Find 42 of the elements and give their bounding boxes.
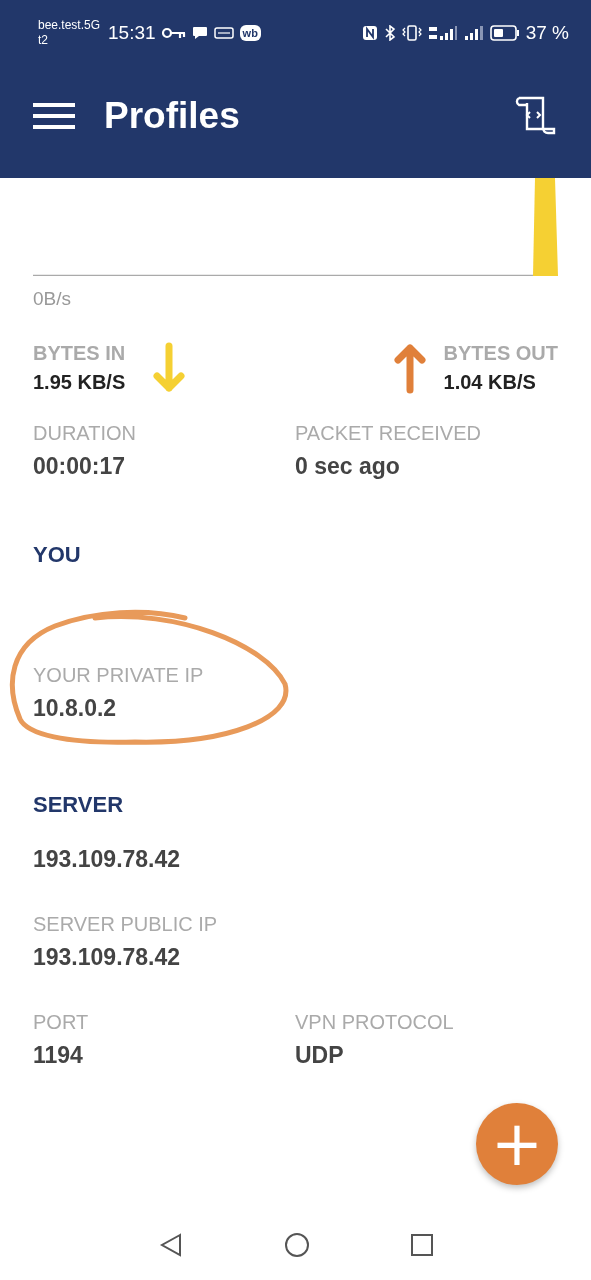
battery-icon: [489, 25, 520, 41]
stat-label: BYTES IN: [33, 342, 126, 365]
key-icon: [161, 26, 186, 40]
down-arrow-icon: [153, 342, 186, 394]
stat-value: 1.04 KB/S: [443, 371, 537, 394]
field-label: VPN PROTOCOL: [295, 1011, 454, 1034]
scroll-code-icon[interactable]: [515, 96, 557, 136]
home-icon[interactable]: [283, 1232, 310, 1258]
add-button[interactable]: +: [476, 1103, 558, 1185]
field-label: YOUR PRIVATE IP: [33, 664, 204, 687]
signal-icon: [463, 25, 484, 41]
field-value: UDP: [295, 1042, 344, 1069]
stat-value: 00:00:17: [33, 453, 126, 480]
stat-value: 1.95 KB/S: [33, 371, 126, 394]
carrier-name: bee.test.5G: [38, 18, 101, 33]
chat-icon: [191, 26, 208, 40]
carrier-name: t2: [38, 33, 49, 48]
signal-icon: [427, 25, 458, 41]
card-icon: [213, 27, 234, 39]
section-heading: SERVER: [33, 792, 124, 818]
field-value: 193.109.78.42: [33, 944, 181, 971]
vibrate-icon: [401, 25, 422, 41]
clock: 15:31: [108, 22, 156, 44]
battery-level: 37 %: [525, 22, 569, 44]
up-arrow-icon: [393, 342, 426, 394]
field-label: PORT: [33, 1011, 89, 1034]
stat-label: PACKET RECEIVED: [295, 422, 481, 445]
app-badge: wb: [239, 25, 261, 41]
field-value: 1194: [33, 1042, 83, 1069]
stat-label: BYTES OUT: [443, 342, 558, 365]
stat-value: 0 sec ago: [295, 453, 400, 480]
section-heading: YOU: [33, 542, 81, 568]
stat-label: DURATION: [33, 422, 136, 445]
axis-label: 0B/s: [33, 288, 72, 310]
app-title: Profiles: [104, 95, 241, 137]
bluetooth-icon: [383, 25, 396, 41]
recents-icon[interactable]: [409, 1233, 434, 1257]
menu-icon[interactable]: [33, 102, 75, 130]
field-value: 10.8.0.2: [33, 695, 117, 722]
nfc-icon: [361, 25, 378, 41]
field-value: 193.109.78.42: [33, 846, 181, 873]
field-label: SERVER PUBLIC IP: [33, 913, 218, 936]
